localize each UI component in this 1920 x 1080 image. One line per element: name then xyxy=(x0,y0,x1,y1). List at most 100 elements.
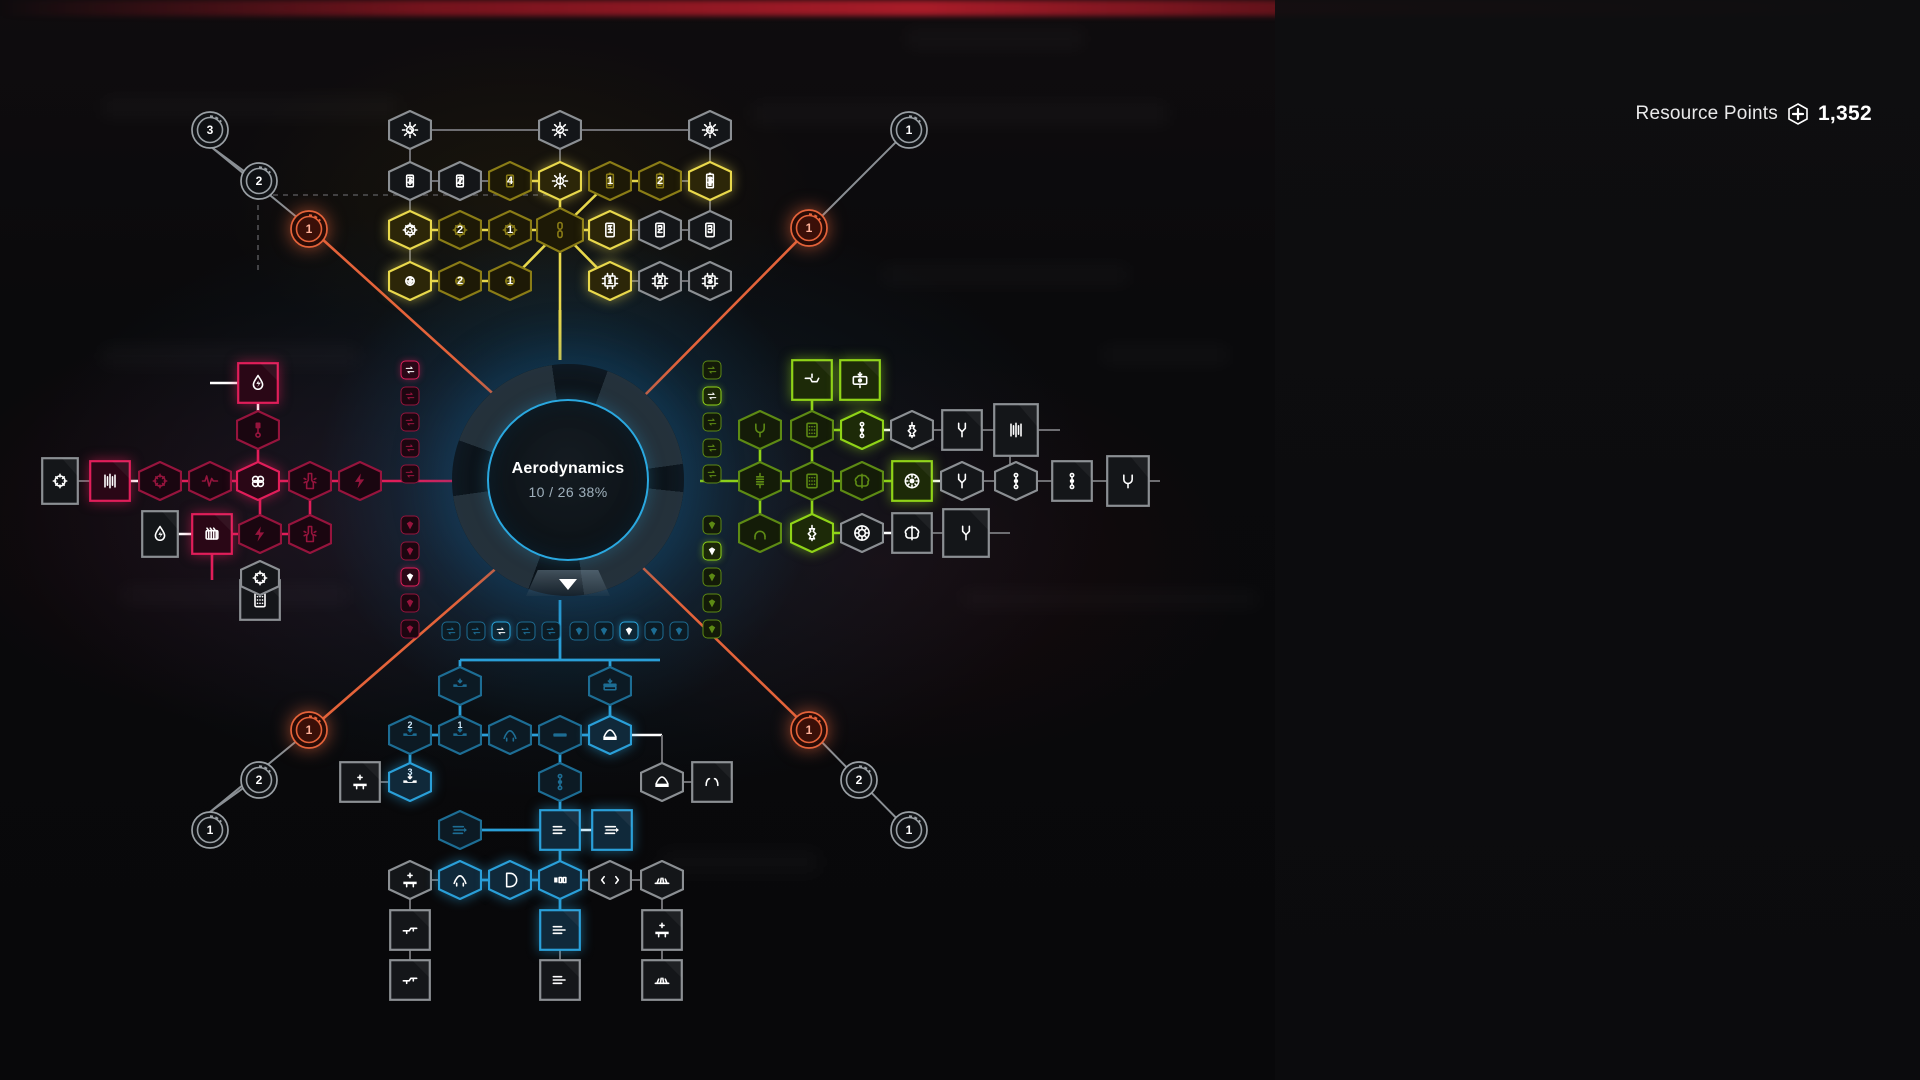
efficiency-badge-left-3[interactable] xyxy=(400,412,420,432)
blue-b2[interactable] xyxy=(539,909,581,951)
efficiency-badge-right-3[interactable] xyxy=(702,412,722,432)
blue-top-1[interactable] xyxy=(438,666,482,706)
blue-r4-4[interactable] xyxy=(538,860,582,900)
pink-hex-3[interactable] xyxy=(236,461,280,501)
yellow-r3-3[interactable]: 1 xyxy=(488,210,532,250)
efficiency-badge-right-2[interactable] xyxy=(702,386,722,406)
spoke-tr-2[interactable]: 1 xyxy=(889,110,929,150)
green-r3-5[interactable] xyxy=(942,508,990,558)
blue-r4-2[interactable] xyxy=(438,860,482,900)
pink-sq-1[interactable] xyxy=(89,460,131,502)
blue-r1-3[interactable] xyxy=(488,715,532,755)
green-r2-4[interactable] xyxy=(891,460,933,502)
pink-hex-8[interactable] xyxy=(240,560,280,596)
green-r1-5[interactable] xyxy=(941,409,983,451)
efficiency-badge-bottom-1[interactable] xyxy=(441,621,461,641)
pink-hex-2[interactable] xyxy=(188,461,232,501)
pink-tall-1[interactable] xyxy=(41,457,79,505)
spoke-bl-1[interactable]: 1 xyxy=(289,710,329,750)
blue-r2-5[interactable] xyxy=(640,762,684,802)
blue-sq-right[interactable] xyxy=(691,761,733,803)
quality-badge-bottom-5[interactable] xyxy=(669,621,689,641)
quality-badge-bottom-2[interactable] xyxy=(594,621,614,641)
green-r1-3[interactable] xyxy=(840,410,884,450)
yellow-r2-4[interactable]: 1 xyxy=(538,161,582,201)
yellow-r2-3[interactable]: 4 xyxy=(488,161,532,201)
green-camera[interactable] xyxy=(839,359,881,401)
quality-badge-bottom-4[interactable] xyxy=(644,621,664,641)
quality-badge-bottom-3[interactable] xyxy=(619,621,639,641)
quality-badge-right-1[interactable] xyxy=(702,515,722,535)
efficiency-badge-left-4[interactable] xyxy=(400,438,420,458)
yellow-r3-6[interactable]: 2 xyxy=(638,210,682,250)
green-r2-7[interactable] xyxy=(1051,460,1093,502)
quality-badge-right-5[interactable] xyxy=(702,619,722,639)
yellow-r2-5[interactable]: 1 xyxy=(588,161,632,201)
yellow-hub-node[interactable] xyxy=(536,207,584,253)
spoke-bl-2[interactable]: 2 xyxy=(239,760,279,800)
green-r2-5[interactable] xyxy=(940,461,984,501)
yellow-r4-3[interactable]: 1 xyxy=(488,261,532,301)
efficiency-badge-left-2[interactable] xyxy=(400,386,420,406)
pink-sq-top[interactable] xyxy=(237,362,279,404)
green-r3-1[interactable] xyxy=(738,513,782,553)
efficiency-badge-left-5[interactable] xyxy=(400,464,420,484)
quality-badge-left-5[interactable] xyxy=(400,619,420,639)
efficiency-badge-right-5[interactable] xyxy=(702,464,722,484)
yellow-r2-7[interactable]: 3 xyxy=(688,161,732,201)
pink-hex-1[interactable] xyxy=(138,461,182,501)
efficiency-badge-bottom-5[interactable] xyxy=(541,621,561,641)
green-r3-4[interactable] xyxy=(891,512,933,554)
quality-badge-right-2[interactable] xyxy=(702,541,722,561)
spoke-br-1[interactable]: 1 xyxy=(789,710,829,750)
efficiency-badge-right-1[interactable] xyxy=(702,360,722,380)
efficiency-badge-left-1[interactable] xyxy=(400,360,420,380)
blue-r3-1[interactable] xyxy=(438,810,482,850)
pink-sq-2[interactable] xyxy=(191,513,233,555)
blue-r4-6[interactable] xyxy=(640,860,684,900)
efficiency-badge-right-4[interactable] xyxy=(702,438,722,458)
green-sq-top[interactable] xyxy=(791,359,833,401)
green-r1-4[interactable] xyxy=(890,410,934,450)
pink-hex-5[interactable] xyxy=(338,461,382,501)
green-r2-2[interactable] xyxy=(790,461,834,501)
efficiency-badge-bottom-3[interactable] xyxy=(491,621,511,641)
quality-badge-right-3[interactable] xyxy=(702,567,722,587)
spoke-tr-1[interactable]: 1 xyxy=(789,208,829,248)
green-r2-3[interactable] xyxy=(840,461,884,501)
blue-b5[interactable] xyxy=(539,959,581,1001)
spoke-tl-3[interactable]: 3 xyxy=(190,110,230,150)
yellow-r3-2[interactable]: 2 xyxy=(438,210,482,250)
blue-r1-5[interactable] xyxy=(588,715,632,755)
quality-badge-left-4[interactable] xyxy=(400,593,420,613)
spoke-tl-1[interactable]: 1 xyxy=(289,209,329,249)
yellow-r4-1[interactable]: 3 xyxy=(388,261,432,301)
blue-b1[interactable] xyxy=(389,909,431,951)
yellow-top-2[interactable]: 2 xyxy=(538,110,582,150)
blue-r4-1[interactable] xyxy=(388,860,432,900)
blue-sq-drs[interactable] xyxy=(591,809,633,851)
yellow-r3-5[interactable]: 1 xyxy=(588,210,632,250)
blue-r1-4[interactable] xyxy=(538,715,582,755)
tech-tree-canvas[interactable]: Aerodynamics 10 / 26 38% 324324112332112… xyxy=(0,0,1245,1080)
quality-badge-left-2[interactable] xyxy=(400,541,420,561)
quality-badge-right-4[interactable] xyxy=(702,593,722,613)
department-hub[interactable]: Aerodynamics 10 / 26 38% xyxy=(452,364,684,596)
pink-tall-2[interactable] xyxy=(141,510,179,558)
green-r1-1[interactable] xyxy=(738,410,782,450)
yellow-r4-2[interactable]: 2 xyxy=(438,261,482,301)
blue-r2-4[interactable] xyxy=(538,762,582,802)
green-r3-3[interactable] xyxy=(840,513,884,553)
spoke-br-3[interactable]: 1 xyxy=(889,810,929,850)
blue-b4[interactable] xyxy=(389,959,431,1001)
yellow-r2-2[interactable]: 2 xyxy=(438,161,482,201)
green-r1-2[interactable] xyxy=(790,410,834,450)
blue-top-2[interactable] xyxy=(588,666,632,706)
spoke-br-2[interactable]: 2 xyxy=(839,760,879,800)
yellow-r4-5[interactable]: 1 xyxy=(588,261,632,301)
yellow-r3-7[interactable]: 3 xyxy=(688,210,732,250)
yellow-r2-6[interactable]: 2 xyxy=(638,161,682,201)
yellow-r2-1[interactable]: 3 xyxy=(388,161,432,201)
spoke-bl-3[interactable]: 1 xyxy=(190,810,230,850)
green-r2-6[interactable] xyxy=(994,461,1038,501)
